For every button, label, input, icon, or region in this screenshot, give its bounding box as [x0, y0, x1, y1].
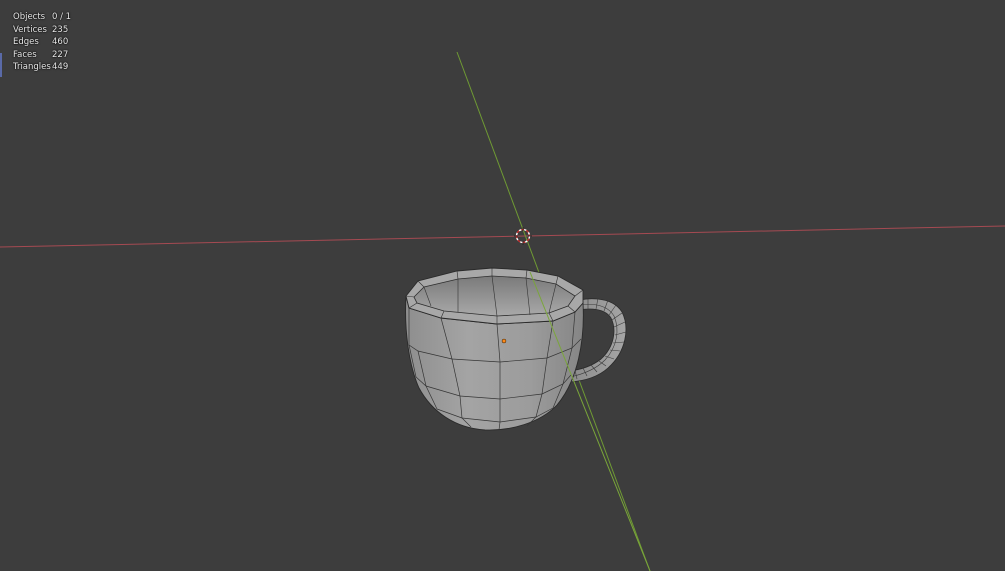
- stat-value: 449: [52, 62, 69, 73]
- stat-label: Vertices: [13, 24, 47, 35]
- stat-label: Faces: [13, 49, 37, 60]
- viewport-edge-indicator: [0, 53, 2, 77]
- stat-value: 227: [52, 49, 69, 60]
- stat-label: Triangles: [13, 62, 51, 73]
- stat-row-faces: Faces 227: [13, 49, 71, 62]
- stat-label: Edges: [13, 37, 39, 48]
- stat-value: 460: [52, 37, 69, 48]
- 3d-viewport[interactable]: Objects 0 / 1 Vertices 235 Edges 460 Fac…: [0, 0, 1005, 571]
- viewport-scene[interactable]: [0, 0, 1005, 571]
- stat-row-objects: Objects 0 / 1: [13, 11, 71, 24]
- stat-label: Objects: [13, 12, 46, 22]
- x-axis-line: [0, 225, 1005, 248]
- stat-value: 235: [52, 24, 69, 35]
- stat-row-edges: Edges 460: [13, 36, 71, 49]
- y-axis-line-front: [529, 271, 651, 571]
- stat-row-triangles: Triangles 449: [13, 61, 71, 74]
- cup-mesh[interactable]: [405, 267, 584, 431]
- object-origin: [501, 338, 507, 344]
- statistics-overlay: Objects 0 / 1 Vertices 235 Edges 460 Fac…: [13, 11, 71, 74]
- stat-row-vertices: Vertices 235: [13, 24, 71, 37]
- stat-value: 0 / 1: [52, 12, 72, 22]
